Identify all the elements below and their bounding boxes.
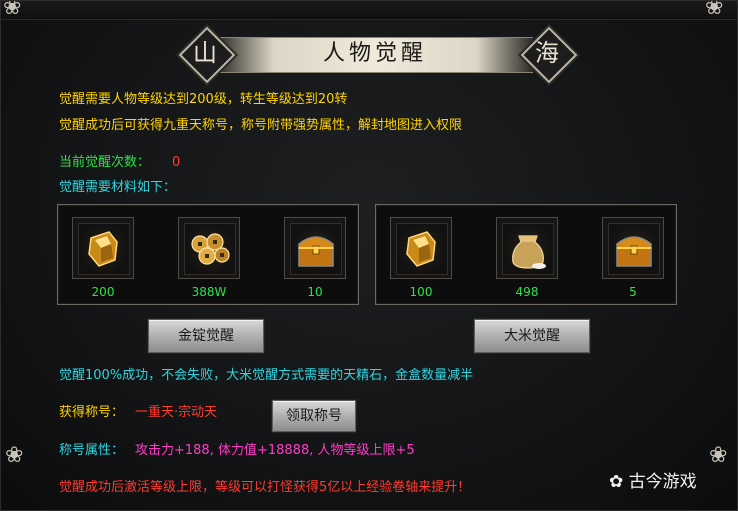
rice-sack-icon (512, 235, 546, 269)
material-qty: 498 (515, 285, 539, 299)
awaken-count-value: 0 (172, 155, 181, 170)
title-left-char: 山 (193, 39, 217, 67)
awaken-count-label: 当前觉醒次数： (59, 155, 151, 170)
coins-icon (191, 233, 230, 265)
claim-title-button[interactable]: 领取称号 (272, 400, 356, 432)
wechat-icon: ✿ (609, 472, 624, 492)
intro-line-1: 觉醒需要人物等级达到200级，转生等级达到20转 (59, 92, 348, 107)
panel-title: 人物觉醒 山 海 (178, 23, 579, 85)
material-slot[interactable] (178, 217, 240, 279)
footer-note: 觉醒成功后激活等级上限，等级可以打怪获得5亿以上经验卷轴来提升！ (59, 480, 471, 495)
material-qty: 200 (91, 285, 115, 299)
title-attr-label: 称号属性： (59, 443, 125, 458)
watermark-text: 古今游戏 (628, 472, 697, 492)
material-qty: 388W (191, 285, 227, 299)
material-slot[interactable] (390, 217, 452, 279)
material-slot[interactable] (284, 217, 346, 279)
success-note: 觉醒100%成功，不会失败，大米觉醒方式需要的天精石，金盒数量减半 (59, 368, 474, 383)
material-slot[interactable] (496, 217, 558, 279)
watermark: ✿ 古今游戏 (609, 467, 697, 492)
gold-awaken-button[interactable]: 金锭觉醒 (148, 319, 264, 353)
material-qty: 5 (629, 285, 637, 299)
corner-ornament-icon: ❀ (705, 0, 724, 20)
treasure-chest-icon (616, 236, 652, 267)
awakening-panel: ❀ ❀ ❀ ❀ 人物觉醒 山 海 觉醒需要人物等级达到200级，转生等级达到20… (0, 0, 738, 511)
materials-label: 觉醒需要材料如下： (59, 180, 177, 195)
title-reward-label: 获得称号： (59, 405, 125, 420)
title-right-badge: 海 (520, 26, 578, 84)
material-slot[interactable] (602, 217, 664, 279)
gold-ingot-icon (88, 231, 118, 267)
intro-line-2: 觉醒成功后可获得九重天称号，称号附带强势属性，解封地图进入权限 (59, 118, 463, 133)
material-group-gold: 200 388W 10 (57, 204, 359, 305)
corner-ornament-icon: ❀ (5, 443, 24, 468)
material-group-rice: 100 498 5 (375, 204, 677, 305)
title-reward-value: 一重天·宗动天 (135, 405, 218, 420)
rice-awaken-button[interactable]: 大米觉醒 (474, 319, 590, 353)
title-attr-value: 攻击力+188, 体力值+18888, 人物等级上限+5 (135, 443, 415, 458)
title-text: 人物觉醒 (322, 41, 427, 66)
gold-ingot-icon (406, 231, 436, 267)
window-top-bar (1, 1, 737, 20)
corner-ornament-icon: ❀ (3, 0, 22, 20)
material-slot[interactable] (72, 217, 134, 279)
title-left-badge: 山 (178, 26, 236, 84)
treasure-chest-icon (298, 236, 334, 267)
title-right-char: 海 (535, 39, 559, 67)
material-qty: 100 (409, 285, 433, 299)
corner-ornament-icon: ❀ (709, 443, 728, 468)
material-qty: 10 (307, 285, 323, 299)
